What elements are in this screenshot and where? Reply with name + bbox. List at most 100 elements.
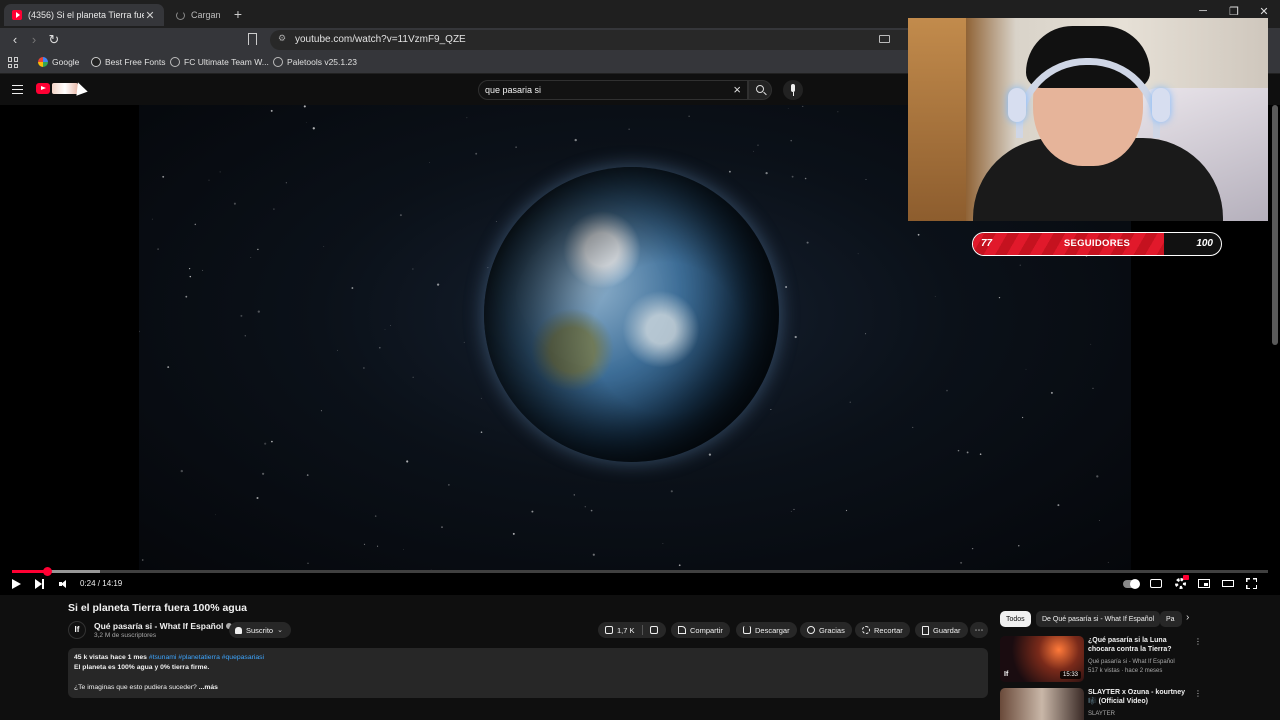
address-bar[interactable]: ⚙ youtube.com/watch?v=11VzmF9_QZE xyxy=(270,30,920,50)
star xyxy=(1092,387,1094,389)
star xyxy=(790,510,792,512)
share-icon xyxy=(678,626,686,634)
miniplayer-icon[interactable] xyxy=(1198,579,1210,588)
close-window-icon[interactable]: ✕ xyxy=(1257,5,1271,18)
star xyxy=(837,111,839,113)
browser-tab-active[interactable]: (4356) Si el planeta Tierra fuera ✕ xyxy=(4,4,164,26)
played-bar xyxy=(12,570,48,573)
chevron-right-icon[interactable]: › xyxy=(1186,612,1189,623)
download-icon xyxy=(743,626,751,634)
thumbs-up-icon[interactable] xyxy=(605,626,613,634)
tab-title: (4356) Si el planeta Tierra fuera xyxy=(28,10,144,20)
next-icon[interactable] xyxy=(35,579,45,589)
thanks-button[interactable]: Gracias xyxy=(800,622,852,638)
bookmark-fc-ultimate-team[interactable]: FC Ultimate Team W... xyxy=(170,57,269,67)
star xyxy=(377,545,379,547)
recommendation-item[interactable]: If 15:33 ¿Qué pasaría si la Luna chocara… xyxy=(1000,636,1202,682)
menu-icon[interactable] xyxy=(12,85,23,94)
restore-icon[interactable]: ❐ xyxy=(1227,5,1241,18)
bookmark-google[interactable]: Google xyxy=(38,57,79,67)
new-tab-icon[interactable]: + xyxy=(231,6,245,22)
headphones xyxy=(1152,88,1170,122)
page-scrollbar[interactable] xyxy=(1272,105,1278,345)
like-count[interactable]: 1,7 K xyxy=(617,626,635,635)
scrubber-handle[interactable] xyxy=(43,567,53,576)
clip-button[interactable]: Recortar xyxy=(855,622,910,638)
star xyxy=(770,409,772,410)
recommendation-channel[interactable]: SLAYTER xyxy=(1088,711,1115,717)
chip-more[interactable]: Pa xyxy=(1160,611,1182,627)
recommendation-title[interactable]: ¿Qué pasaría si la Luna chocara contra l… xyxy=(1088,636,1192,654)
chip-channel[interactable]: De Qué pasaría si - What If Español xyxy=(1036,611,1161,627)
bookmark-icon[interactable] xyxy=(248,33,257,45)
recommendation-channel[interactable]: Qué pasaría si - What If Español xyxy=(1088,659,1175,665)
bookmark-best-free-fonts[interactable]: Best Free Fonts xyxy=(91,57,165,67)
more-vert-icon[interactable]: ⋮ xyxy=(1194,689,1202,698)
thanks-label: Gracias xyxy=(819,625,845,635)
forward-icon[interactable]: › xyxy=(25,31,43,49)
youtube-logo-icon[interactable] xyxy=(36,83,50,94)
channel-name-text[interactable]: Qué pasaría si - What If Español xyxy=(94,621,223,631)
back-icon[interactable]: ‹ xyxy=(6,31,24,49)
search-box[interactable]: que pasaria si × xyxy=(478,80,748,100)
search-input[interactable]: que pasaria si xyxy=(485,85,541,95)
star xyxy=(793,508,795,510)
channel-avatar[interactable]: If xyxy=(68,621,86,639)
subtitles-icon[interactable] xyxy=(1150,579,1162,588)
star xyxy=(151,218,153,220)
star xyxy=(912,426,914,428)
thumbs-down-icon[interactable] xyxy=(649,626,658,634)
reload-icon[interactable]: ↻ xyxy=(45,31,63,49)
more-actions-button[interactable]: ⋯ xyxy=(970,622,988,638)
star xyxy=(323,246,325,247)
star xyxy=(1107,561,1109,563)
star xyxy=(573,494,576,496)
recommendation-item[interactable]: SLAYTER x Ozuna - kourtney 🎼 (Official V… xyxy=(1000,688,1202,720)
share-label: Compartir xyxy=(690,625,723,635)
play-icon[interactable] xyxy=(12,579,21,589)
bookmark-paletools[interactable]: Paletools v25.1.23 xyxy=(273,57,357,67)
video-thumbnail[interactable] xyxy=(1000,688,1084,720)
cast-icon[interactable] xyxy=(879,35,890,43)
description-box[interactable]: 45 k vistas hace 1 mes #tsunami #planeta… xyxy=(68,648,988,698)
webcam-overlay xyxy=(908,18,1268,221)
progress-bar[interactable] xyxy=(12,567,1268,576)
show-more-link[interactable]: ...más xyxy=(199,684,218,691)
fullscreen-icon[interactable] xyxy=(1246,578,1257,589)
address-url[interactable]: youtube.com/watch?v=11VzmF9_QZE xyxy=(295,34,466,45)
microphone-icon[interactable] xyxy=(783,80,803,100)
star xyxy=(378,346,381,349)
subscribed-button[interactable]: Suscrito ⌄ xyxy=(229,622,291,638)
star-icon xyxy=(91,57,101,67)
recommendation-title[interactable]: SLAYTER x Ozuna - kourtney 🎼 (Official V… xyxy=(1088,688,1192,706)
video-thumbnail[interactable]: If 15:33 xyxy=(1000,636,1084,682)
clear-search-icon[interactable]: × xyxy=(733,82,741,97)
apps-grid-icon[interactable] xyxy=(8,57,19,68)
channel-name[interactable]: Qué pasaría si - What If Español xyxy=(94,621,233,631)
hashtags[interactable]: #tsunami #planetatierra #quepasariasi xyxy=(149,654,264,661)
autoplay-toggle-icon[interactable] xyxy=(1123,579,1140,589)
chip-all[interactable]: Todos xyxy=(1000,611,1031,627)
site-info-icon[interactable]: ⚙ xyxy=(278,33,286,44)
save-button[interactable]: Guardar xyxy=(915,622,968,638)
star xyxy=(233,202,236,205)
star xyxy=(1019,264,1021,266)
minimize-icon[interactable]: ─ xyxy=(1196,5,1210,17)
share-button[interactable]: Compartir xyxy=(671,622,730,638)
volume-icon[interactable] xyxy=(59,580,69,588)
star xyxy=(806,241,809,244)
theater-mode-icon[interactable] xyxy=(1222,580,1234,587)
search-button[interactable] xyxy=(748,80,772,100)
tab-close-icon[interactable]: ✕ xyxy=(144,9,156,22)
star xyxy=(487,267,489,269)
more-vert-icon[interactable]: ⋮ xyxy=(1194,637,1202,646)
star xyxy=(261,472,265,475)
star xyxy=(512,532,515,535)
download-button[interactable]: Descargar xyxy=(736,622,797,638)
star xyxy=(1018,545,1020,547)
star xyxy=(244,335,246,337)
star xyxy=(240,314,243,317)
star xyxy=(979,453,982,456)
headphones xyxy=(1008,88,1026,122)
browser-tab-loading[interactable]: Cargan xyxy=(168,4,228,26)
